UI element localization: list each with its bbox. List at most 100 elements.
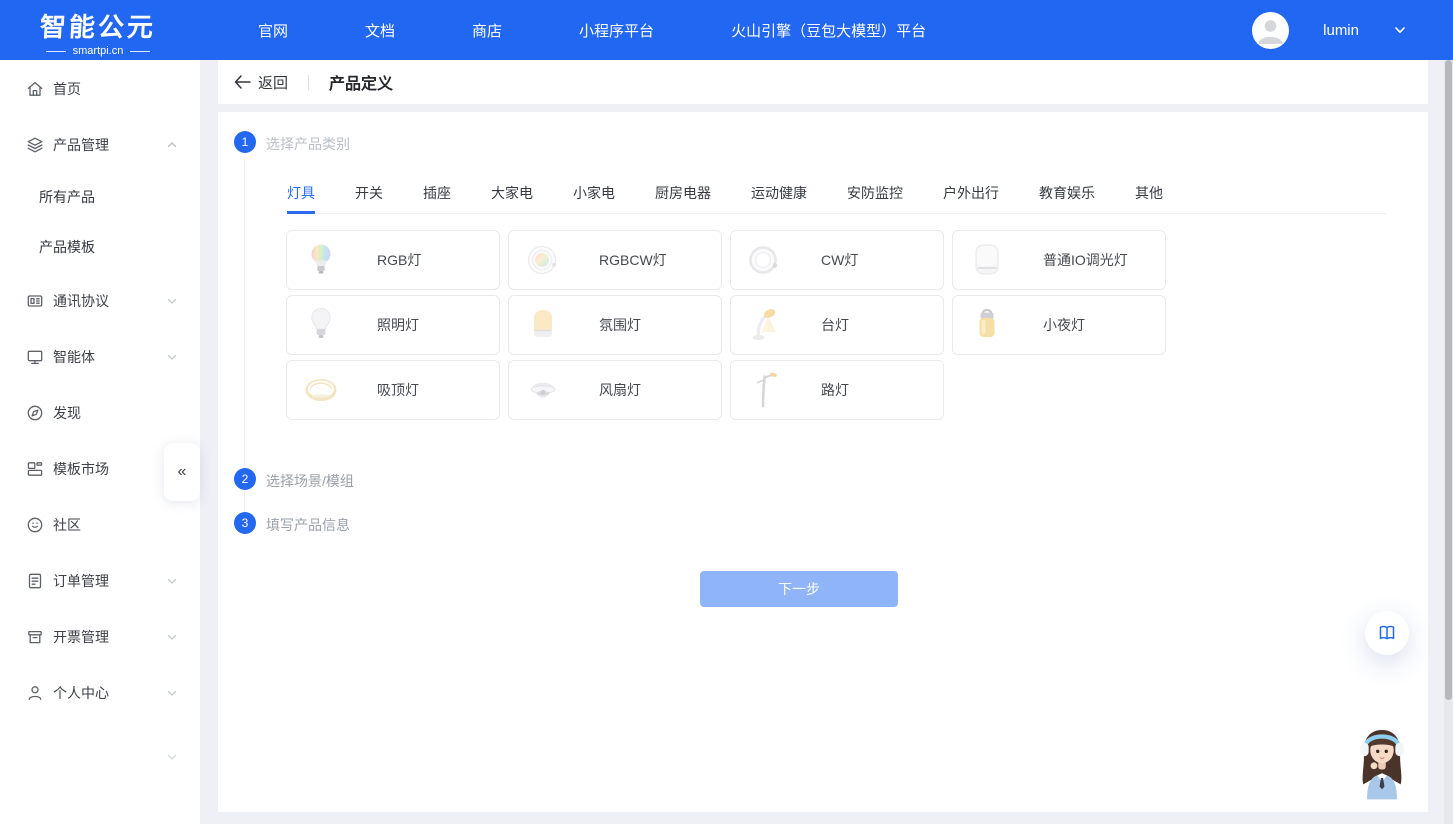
nav-docs[interactable]: 文档: [365, 20, 395, 41]
next-step-button[interactable]: 下一步: [700, 571, 898, 607]
sidebar-item-communication-protocol[interactable]: 通讯协议: [0, 284, 200, 318]
sidebar-item-label: 开票管理: [53, 627, 109, 647]
product-card-label: RGBCW灯: [599, 250, 667, 270]
sidebar-item-product-management[interactable]: 产品管理: [0, 128, 200, 162]
product-card-label: 路灯: [821, 380, 849, 400]
user-menu-chevron-down-icon[interactable]: [1393, 23, 1407, 37]
lighting-bulb-icon: [299, 303, 343, 347]
sidebar-item-personal-center[interactable]: 个人中心: [0, 676, 200, 710]
nav-store[interactable]: 商店: [472, 20, 502, 41]
step-1-number: 1: [242, 135, 249, 149]
product-card-rgb-lamp[interactable]: RGB灯: [286, 230, 500, 290]
nav-official-site[interactable]: 官网: [258, 20, 288, 41]
cw-downlight-icon: [743, 238, 787, 282]
sidebar-item-invoice-management[interactable]: 开票管理: [0, 620, 200, 654]
chevron-down-icon: [166, 631, 178, 643]
tab-lighting[interactable]: 灯具: [287, 183, 315, 214]
back-label: 返回: [258, 72, 288, 93]
product-card-rgbcw-lamp[interactable]: RGBCW灯: [508, 230, 722, 290]
tab-socket[interactable]: 插座: [423, 183, 451, 213]
sidebar-scroll-indicator[interactable]: [0, 740, 200, 774]
night-lamp-icon: [965, 303, 1009, 347]
nav-miniprogram-platform[interactable]: 小程序平台: [579, 20, 654, 41]
tab-security-monitoring[interactable]: 安防监控: [847, 183, 903, 213]
product-card-label: 普通IO调光灯: [1043, 250, 1128, 270]
product-card-desk-lamp[interactable]: 台灯: [730, 295, 944, 355]
product-card-ambient-lamp[interactable]: 氛围灯: [508, 295, 722, 355]
logo-title: 智能公元: [39, 7, 157, 44]
io-dimmer-panel-icon: [965, 238, 1009, 282]
sidebar-item-label: 产品管理: [53, 135, 109, 155]
sidebar-item-label: 通讯协议: [53, 291, 109, 311]
username[interactable]: lumin: [1323, 22, 1359, 39]
home-icon: [26, 80, 44, 98]
sidebar-collapse-button[interactable]: «: [164, 443, 200, 501]
logo[interactable]: 智能公元 smartpi.cn: [40, 7, 156, 57]
sidebar-item-agent[interactable]: 智能体: [0, 340, 200, 374]
ambient-lamp-icon: [521, 303, 565, 347]
user-avatar-icon: [1252, 12, 1289, 49]
product-card-label: 吸顶灯: [377, 380, 419, 400]
chevron-down-icon: [166, 575, 178, 587]
tab-switch[interactable]: 开关: [355, 183, 383, 213]
step-1-label: 选择产品类别: [266, 134, 350, 154]
product-card-lighting-lamp[interactable]: 照明灯: [286, 295, 500, 355]
layout-blocks-icon: [26, 460, 44, 478]
tab-outdoor-travel[interactable]: 户外出行: [943, 183, 999, 213]
page-title: 产品定义: [329, 70, 393, 94]
topbar: 智能公元 smartpi.cn 官网 文档 商店 小程序平台 火山引擎（豆包大模…: [0, 0, 1453, 60]
step-1-badge: 1: [234, 131, 256, 153]
tab-education-entertainment[interactable]: 教育娱乐: [1039, 183, 1095, 213]
sidebar-item-label: 社区: [53, 515, 81, 535]
chevron-up-icon: [166, 139, 178, 151]
sidebar-item-discover[interactable]: 发现: [0, 396, 200, 430]
product-card-label: 照明灯: [377, 315, 419, 335]
sidebar-item-order-management[interactable]: 订单管理: [0, 564, 200, 598]
product-card-night-lamp[interactable]: 小夜灯: [952, 295, 1166, 355]
smiley-icon: [26, 516, 44, 534]
sidebar-item-home[interactable]: 首页: [0, 72, 200, 106]
tab-sports-health[interactable]: 运动健康: [751, 183, 807, 213]
product-card-cw-lamp[interactable]: CW灯: [730, 230, 944, 290]
product-type-grid: RGB灯 RGBCW灯 CW灯: [286, 230, 1166, 420]
tab-kitchen-appliance[interactable]: 厨房电器: [655, 183, 711, 213]
tab-large-appliance[interactable]: 大家电: [491, 183, 533, 213]
sidebar-item-label: 个人中心: [53, 683, 109, 703]
logo-subtitle: smartpi.cn: [40, 45, 156, 57]
product-card-label: 风扇灯: [599, 380, 641, 400]
sidebar-item-community[interactable]: 社区: [0, 508, 200, 542]
tab-other[interactable]: 其他: [1135, 183, 1163, 213]
step-connector-line: [244, 157, 245, 466]
street-lamp-icon: [743, 368, 787, 412]
product-card-fan-lamp[interactable]: 风扇灯: [508, 360, 722, 420]
tab-small-appliance[interactable]: 小家电: [573, 183, 615, 213]
step-2-badge: 2: [234, 468, 256, 490]
product-card-label: 台灯: [821, 315, 849, 335]
user-avatar[interactable]: [1252, 12, 1289, 49]
page-scrollbar-thumb[interactable]: [1445, 60, 1452, 700]
step-3-number: 3: [242, 516, 249, 530]
sidebar-item-all-products[interactable]: 所有产品: [0, 180, 200, 214]
chevron-down-icon: [166, 687, 178, 699]
category-tab-bar: 灯具 开关 插座 大家电 小家电 厨房电器 运动健康 安防监控 户外出行 教育娱…: [287, 183, 1386, 214]
product-card-label: RGB灯: [377, 250, 421, 270]
protocol-chip-icon: [26, 292, 44, 310]
chevron-down-icon: [166, 751, 178, 763]
sidebar-item-label: 首页: [53, 79, 81, 99]
product-definition-panel: 1 选择产品类别 灯具 开关 插座 大家电 小家电 厨房电器 运动健康 安防监控…: [218, 112, 1428, 812]
app-root: 智能公元 smartpi.cn 官网 文档 商店 小程序平台 火山引擎（豆包大模…: [0, 0, 1453, 824]
back-button[interactable]: 返回: [234, 72, 288, 93]
docs-helper-button[interactable]: [1365, 611, 1409, 655]
compass-icon: [26, 404, 44, 422]
arrow-left-icon: [234, 75, 251, 89]
sidebar-item-product-templates[interactable]: 产品模板: [0, 230, 200, 264]
sidebar-item-label: 智能体: [53, 347, 95, 367]
product-card-ceiling-lamp[interactable]: 吸顶灯: [286, 360, 500, 420]
chevron-down-icon: [166, 351, 178, 363]
assistant-avatar[interactable]: [1350, 724, 1414, 800]
step-2-number: 2: [242, 472, 249, 486]
product-card-street-lamp[interactable]: 路灯: [730, 360, 944, 420]
product-card-io-dimmer-lamp[interactable]: 普通IO调光灯: [952, 230, 1166, 290]
nav-volcengine-platform[interactable]: 火山引擎（豆包大模型）平台: [731, 20, 926, 41]
fan-lamp-icon: [521, 368, 565, 412]
